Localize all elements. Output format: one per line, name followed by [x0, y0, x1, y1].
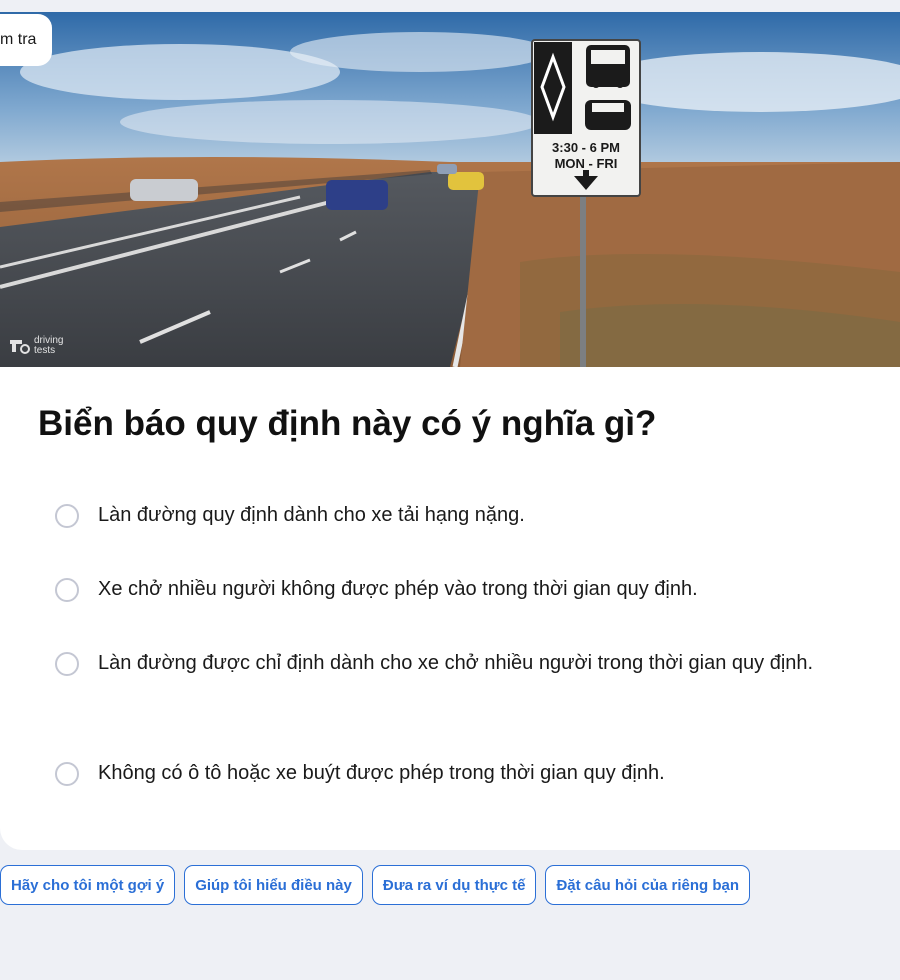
- radio-button[interactable]: [55, 577, 79, 602]
- question-card: 3:30 - 6 PM MON - FRI driving tests m tr…: [0, 12, 900, 850]
- real-example-button[interactable]: Đưa ra ví dụ thực tế: [371, 865, 537, 905]
- explain-button[interactable]: Giúp tôi hiểu điều này: [184, 865, 363, 905]
- test-mode-label: m tra: [0, 31, 37, 48]
- answer-option-label: Không có ô tô hoặc xe buýt được phép tro…: [98, 762, 665, 784]
- answer-option-2[interactable]: Xe chở nhiều người không được phép vào t…: [55, 572, 855, 607]
- question-title: Biển báo quy định này có ý nghĩa gì?: [38, 404, 657, 443]
- answer-option-label: Xe chở nhiều người không được phép vào t…: [98, 578, 698, 600]
- answer-option-label: Làn đường quy định dành cho xe tải hạng …: [98, 504, 525, 526]
- ask-own-question-button[interactable]: Đặt câu hỏi của riêng bạn: [545, 865, 751, 905]
- sign-time-text: 3:30 - 6 PM: [552, 140, 620, 155]
- question-image: 3:30 - 6 PM MON - FRI driving tests: [0, 12, 900, 367]
- driving-tests-logo-icon: [10, 340, 30, 354]
- brand-watermark: driving tests: [8, 336, 63, 356]
- radio-button[interactable]: [55, 503, 79, 528]
- sign-days-text: MON - FRI: [555, 156, 618, 171]
- radio-button[interactable]: [55, 761, 79, 786]
- test-mode-badge[interactable]: m tra: [0, 14, 53, 66]
- answer-option-3[interactable]: Làn đường được chỉ định dành cho xe chở …: [55, 646, 855, 681]
- watermark-line-2: tests: [34, 345, 56, 356]
- answer-option-label: Làn đường được chỉ định dành cho xe chở …: [98, 652, 814, 674]
- answer-option-1[interactable]: Làn đường quy định dành cho xe tải hạng …: [55, 498, 855, 533]
- radio-button[interactable]: [55, 651, 79, 676]
- ai-help-chips: Hãy cho tôi một gợi ý Giúp tôi hiểu điều…: [0, 865, 751, 905]
- hint-button[interactable]: Hãy cho tôi một gợi ý: [0, 865, 176, 905]
- answer-option-4[interactable]: Không có ô tô hoặc xe buýt được phép tro…: [55, 756, 855, 791]
